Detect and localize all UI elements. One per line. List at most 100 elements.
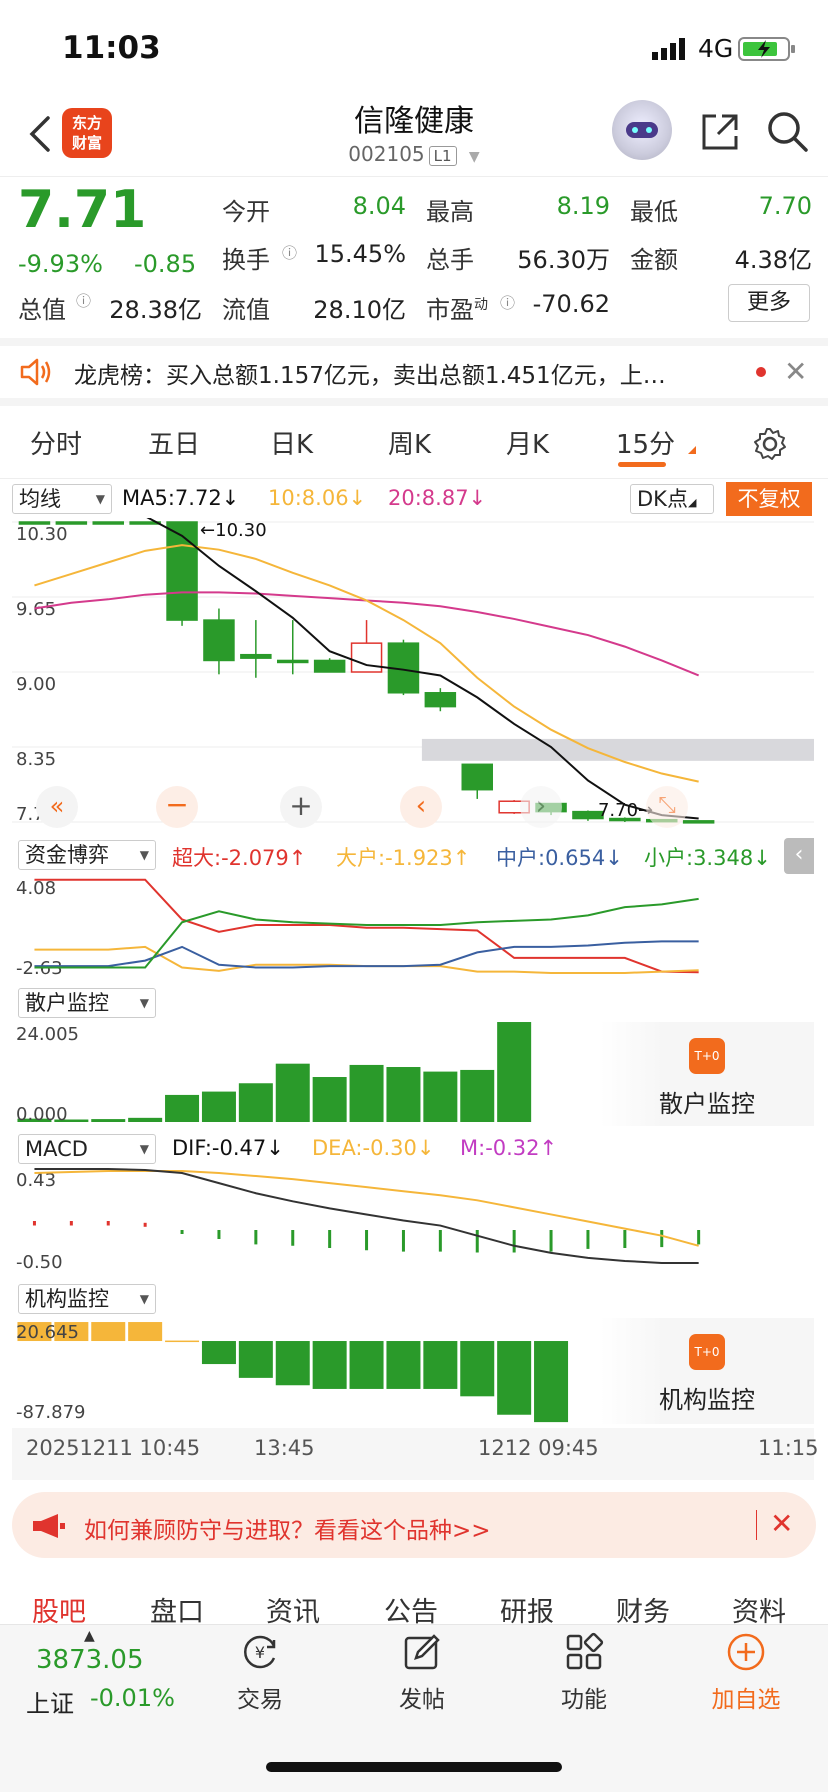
bar [91,1119,126,1122]
tab-5day[interactable]: 五日 [148,424,200,461]
search-icon[interactable] [764,108,810,154]
close-icon[interactable]: ✕ [770,1507,793,1540]
macd-bar [106,1221,110,1226]
candle-body [277,659,309,664]
settings-gear-icon[interactable] [752,426,788,466]
more-button[interactable]: 更多 [728,284,810,322]
institution-monitor-card[interactable]: T+0 机构监控 [600,1318,814,1424]
value-amount: 4.38亿 [734,246,812,274]
edit-icon [402,1632,442,1672]
indicator-selector-1[interactable]: 资金博弈 ▼ [18,840,156,870]
bar [423,1341,458,1389]
high-price-label: ←10.30 [200,520,267,541]
zoom-out-icon[interactable]: − [156,786,198,828]
dif-value: DIF:-0.47↓ [172,1136,284,1160]
robot-assistant-button[interactable] [612,100,672,160]
value-low: 7.70 [758,192,812,220]
chaoda-value: 超大:-2.079↑ [172,846,307,870]
label-float-cap: 流值 [222,296,270,324]
macd-bar [660,1230,664,1248]
indicator-selector-2[interactable]: 散户监控 ▼ [18,988,156,1018]
trade-icon: ¥ [240,1632,280,1672]
candle-body [18,521,51,525]
status-time: 11:03 [62,30,161,66]
macd-bar [365,1230,369,1251]
network-label: 4G [698,34,734,63]
label-amount: 金额 [630,246,678,274]
index-value[interactable]: 3873.05 [36,1645,144,1675]
bar [349,1341,384,1389]
ad-text[interactable]: 如何兼顾防守与进取？看看这个品种>> [84,1511,491,1545]
bar [238,1341,273,1378]
info-icon[interactable]: ⓘ [76,290,91,311]
y-tick-label: 20.645 [16,1322,79,1343]
m-value: M:-0.32↑ [460,1136,558,1160]
tab-intraday[interactable]: 分时 [30,424,82,461]
change-percent: -9.93% [18,250,103,278]
y-tick-label: 24.005 [16,1024,79,1045]
macd-bar [291,1230,295,1246]
close-icon[interactable]: ✕ [784,355,807,388]
trade-button[interactable]: ¥ 交易 [200,1632,320,1714]
label-high: 最高 [426,198,474,226]
tab-15min[interactable]: 15分 [616,424,675,461]
y-tick-label: 8.35 [16,749,56,770]
macd-bar [254,1230,258,1245]
level-badge: L1 [428,146,457,166]
zoom-in-icon[interactable]: + [280,786,322,828]
expand-panel-icon[interactable]: ‹ [784,838,814,874]
series-line [34,878,699,974]
function-button[interactable]: 功能 [524,1632,644,1714]
bar [238,1083,273,1122]
tab-weekly-k[interactable]: 周K [388,424,431,461]
tab-monthly-k[interactable]: 月K [506,424,549,461]
post-button[interactable]: 发帖 [362,1632,482,1714]
candle-body [461,763,493,791]
macd-bar [438,1230,442,1252]
scroll-left-far-icon[interactable]: « [36,786,78,828]
notice-text[interactable]: 龙虎榜：买入总额1.157亿元，卖出总额1.451亿元，上… [74,356,734,390]
bar [91,1322,126,1342]
retail-monitor-card[interactable]: T+0 散户监控 [600,1022,814,1126]
macd-bar [180,1230,184,1234]
y-tick-label: 0.000 [16,1104,68,1125]
series-line [34,940,699,969]
capital-flow-chart[interactable]: 4.08 -2.63 [12,872,814,980]
indicator-selector-3[interactable]: MACD ▼ [18,1134,156,1164]
add-watchlist-button[interactable]: 加自选 [686,1632,806,1714]
share-icon[interactable] [698,110,742,154]
indicator-selector-4[interactable]: 机构监控 ▼ [18,1284,156,1314]
y-tick-label: 4.08 [16,878,56,899]
svg-text:¥: ¥ [255,1643,265,1662]
tab-daily-k[interactable]: 日K [270,424,313,461]
macd-chart[interactable]: 0.43-0.50 [12,1164,814,1274]
speaker-icon [18,356,54,388]
label-open: 今开 [222,198,270,226]
support-band [421,738,814,761]
y-tick-label: -0.50 [16,1252,63,1273]
zhonghu-value: 中户:0.654↓ [496,846,623,870]
macd-bar [143,1222,147,1227]
fullscreen-icon[interactable]: ⤡ [646,786,688,828]
info-icon[interactable]: ⓘ [500,292,515,313]
scroll-right-icon[interactable]: › [520,786,562,828]
adjust-button[interactable]: 不复权 [726,482,812,516]
caret-up-icon[interactable]: ▲ [84,1628,95,1644]
divider [756,1510,757,1540]
y-tick-label: 9.00 [16,674,56,695]
series-line [34,945,699,974]
bar [128,1322,163,1342]
bar [201,1341,236,1365]
info-icon[interactable]: ⓘ [282,242,297,263]
x-axis-label: 11:15 [758,1436,819,1460]
ma-selector[interactable]: 均线 ▼ [12,484,112,514]
bar [386,1067,421,1122]
kline-chart[interactable]: 10.309.659.008.357.70←10.307.70→ [12,518,814,828]
value-pe: -70.62 [532,290,610,318]
scroll-left-icon[interactable]: ‹ [400,786,442,828]
x-axis-label: 1212 09:45 [478,1436,599,1460]
label-volume: 总手 [426,246,474,274]
divider [0,478,828,479]
value-float-cap: 28.10亿 [313,296,406,324]
dk-point-button[interactable]: DK点◢ [630,484,714,514]
